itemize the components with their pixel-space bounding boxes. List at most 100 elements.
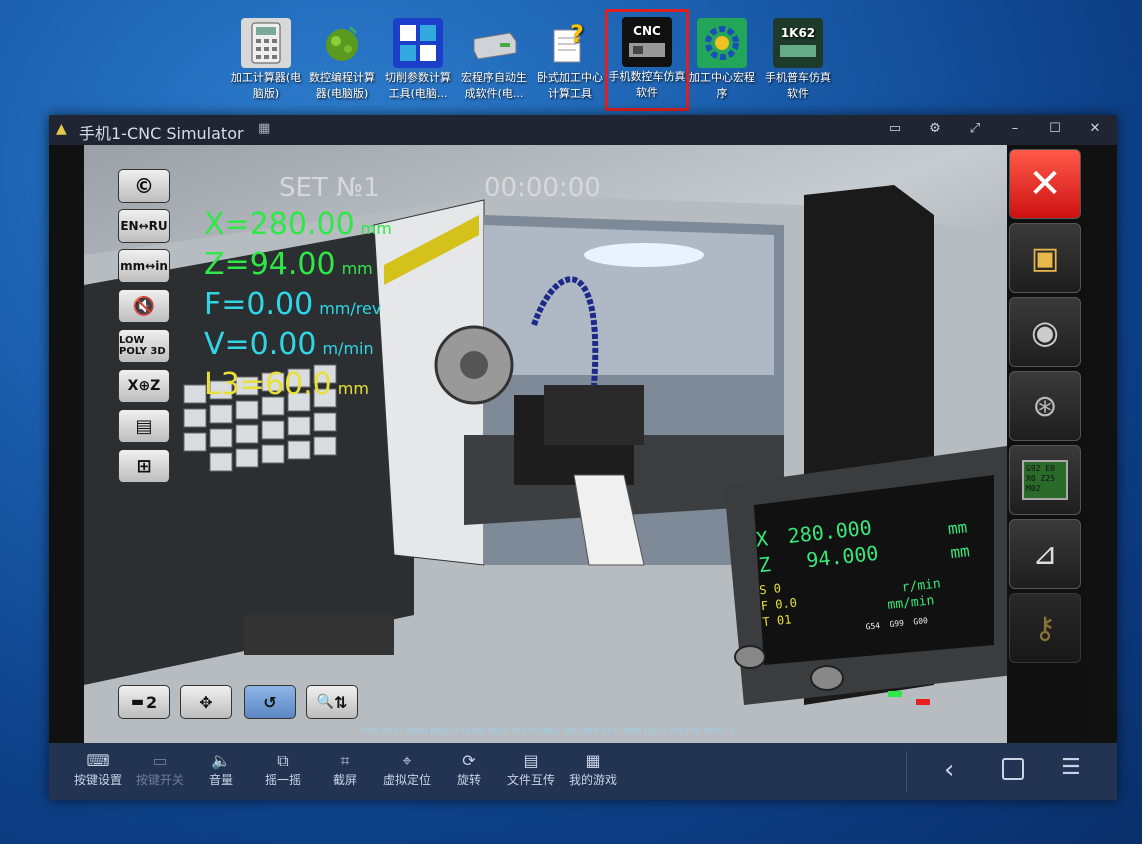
z-readout: Z=94.00 mm (204, 247, 373, 282)
panel-unit-top: mm (946, 517, 969, 539)
chuck-icon: ◉ (1031, 313, 1059, 351)
tool-button[interactable]: ⊛ (1009, 371, 1081, 441)
x-readout: X=280.00 mm (204, 207, 392, 242)
mute-icon: 🔇 (132, 295, 156, 317)
desktop-icon-label: 卧式加工中心计算工具 (537, 71, 603, 100)
f-readout: F=0.00 mm/rev (204, 287, 382, 322)
zoom-button[interactable]: 🔍 ⇅ (306, 685, 358, 719)
key-button[interactable]: ⚷ (1009, 593, 1081, 663)
emulator-bottom-bar: ⌨ 按键设置 ▭ 按键开关 🔈 音量 ⧉ 摇一摇 ⌗ 截屏 ⌖ 虚拟定位 ⟳ 旋转 ▤ 文件互传… (49, 743, 1117, 800)
panel-unit-bottom: mm (949, 541, 971, 563)
program-icon: G92 E0 X0 Z25 M02 (1022, 460, 1068, 500)
exit-button[interactable]: ✕ (1009, 149, 1081, 219)
desktop-icon-label: 加工中心宏程序 (689, 71, 755, 100)
gear-macro-icon (697, 18, 747, 68)
panel-rate-bottom: mm/min (886, 593, 936, 614)
low-poly-3d-button[interactable]: LOW POLY 3D (118, 329, 170, 363)
svg-text:?: ? (570, 20, 584, 48)
program-button[interactable]: G92 E0 X0 Z25 M02 (1009, 445, 1081, 515)
panel-code-g00: G00 (912, 615, 929, 627)
l-readout: L3=60.0 mm (204, 367, 369, 402)
keyboard-icon: ⌨ (86, 751, 110, 770)
language-toggle-button[interactable]: EN↔RU (118, 209, 170, 243)
camera-2-button[interactable]: ▬ 2 (118, 685, 170, 719)
panel-knob[interactable] (734, 645, 766, 669)
copyright-button[interactable]: © (118, 169, 170, 203)
panel-code-g99: G99 (889, 618, 905, 629)
caliper-button[interactable]: ⊿ (1009, 519, 1081, 589)
machine-view-button[interactable]: ▤ (118, 409, 170, 443)
save-icon: ▣ (1030, 240, 1060, 276)
chuck-button[interactable]: ◉ (1009, 297, 1081, 367)
panel-f: F 0.0 (760, 595, 798, 614)
save-button[interactable]: ▣ (1009, 223, 1081, 293)
qr-icon[interactable]: ▦ (258, 121, 270, 136)
minimize-icon[interactable]: – (1005, 121, 1025, 139)
panel-view-button[interactable]: ⊞ (118, 449, 170, 483)
rotate-icon: ⟳ (462, 751, 476, 770)
drive-icon (469, 18, 519, 68)
desktop-icon[interactable]: ? 卧式加工中心计算工具 (533, 14, 607, 102)
panel-knob[interactable] (810, 665, 844, 691)
move-icon: ✥ (199, 692, 213, 712)
rotate-item[interactable]: ⟳ 旋转 (439, 751, 499, 788)
stats-line: FPS: 60.2; VRAM [MB]: 179.88; POLY: 4523… (362, 727, 736, 736)
question-doc-icon: ? (545, 18, 595, 68)
back-icon[interactable]: ‹ (944, 755, 954, 785)
caliper-icon: ⊿ (1032, 536, 1058, 572)
desktop-icon[interactable]: 数控编程计算器(电脑版) (305, 14, 379, 102)
nav-divider (906, 751, 907, 791)
desktop-icon[interactable]: 切削参数计算工具(电脑... (381, 14, 455, 102)
expand-icon[interactable]: ⤢ (965, 121, 985, 139)
window-titlebar[interactable]: ▲ 手机1-CNC Simulator ▦ ▭ ⚙ ⤢ – ☐ ✕ (49, 115, 1117, 145)
camera-icon: ▬ (130, 694, 145, 710)
desktop-icon-cnc-selected[interactable]: CNC 手机数控车仿真软件 (605, 9, 689, 111)
volume-item[interactable]: 🔈 音量 (191, 751, 251, 788)
message-icon[interactable]: ▭ (885, 121, 905, 139)
green-blob-icon (317, 18, 367, 68)
file-transfer-item[interactable]: ▤ 文件互传 (501, 751, 561, 788)
desktop-icon[interactable]: 加工计算器(电脑版) (229, 14, 303, 102)
settings-icon[interactable]: ⚙ (925, 121, 945, 139)
games-icon: ▦ (585, 751, 601, 770)
home-icon[interactable] (1002, 758, 1024, 780)
panel-s: S 0 (758, 581, 782, 598)
window-title: 手机1-CNC Simulator (79, 124, 244, 143)
move-button[interactable]: ✥ (180, 685, 232, 719)
desktop-icon[interactable]: 宏程序自动生成软件(电... (457, 14, 531, 102)
mute-button[interactable]: 🔇 (118, 289, 170, 323)
desktop-icon[interactable]: 加工中心宏程序 (685, 14, 759, 102)
desktop-icon-label: 切削参数计算工具(电脑... (385, 71, 451, 100)
shake-item[interactable]: ⧉ 摇一摇 (253, 751, 313, 788)
close-red-icon: ✕ (1028, 161, 1062, 207)
screenshot-item[interactable]: ⌗ 截屏 (315, 751, 375, 788)
close-icon[interactable]: ✕ (1085, 121, 1105, 139)
simulator-window: ▲ 手机1-CNC Simulator ▦ ▭ ⚙ ⤢ – ☐ ✕ SET №1… (49, 115, 1117, 800)
desktop-icon-label: 手机数控车仿真软件 (608, 70, 686, 99)
axis-xz-button[interactable]: X⊕Z (118, 369, 170, 403)
rotate-view-button[interactable]: ↺ (244, 685, 296, 719)
key-icon: ⚷ (1034, 610, 1056, 646)
speaker-icon: 🔈 (211, 751, 231, 770)
location-icon: ⌖ (402, 751, 412, 770)
unit-toggle-button[interactable]: mm↔in (118, 249, 170, 283)
panel-icon: ⊞ (136, 455, 152, 477)
virtual-location-item[interactable]: ⌖ 虚拟定位 (377, 751, 437, 788)
my-games-item[interactable]: ▦ 我的游戏 (563, 751, 623, 788)
menu-icon[interactable]: ☰ (1061, 755, 1081, 780)
simulation-viewport[interactable]: SET №1 00:00:00 X=280.00 mm Z=94.00 mm F=0… (84, 145, 1016, 743)
cnc-display-panel: X 280.000 Z 94.000 mm mm S 0 F 0.0 T 01 r/… (746, 494, 1008, 649)
desktop-icon-label: 宏程序自动生成软件(电... (461, 71, 527, 100)
cnc-icon: CNC (622, 17, 672, 67)
desktop-icon[interactable]: 1K62 手机普车仿真软件 (761, 14, 835, 102)
rotate-view-icon: ↺ (263, 692, 277, 712)
v-readout: V=0.00 m/min (204, 327, 374, 362)
key-settings-item[interactable]: ⌨ 按键设置 (68, 751, 128, 788)
maximize-icon[interactable]: ☐ (1045, 121, 1065, 139)
zoom-icon: 🔍 (316, 694, 335, 710)
key-toggle-item[interactable]: ▭ 按键开关 (130, 751, 190, 788)
cube-tool-icon (393, 18, 443, 68)
machine-icon: ▤ (135, 415, 153, 437)
lathe-1k62-icon: 1K62 (773, 18, 823, 68)
desktop-icon-label: 加工计算器(电脑版) (230, 71, 302, 100)
